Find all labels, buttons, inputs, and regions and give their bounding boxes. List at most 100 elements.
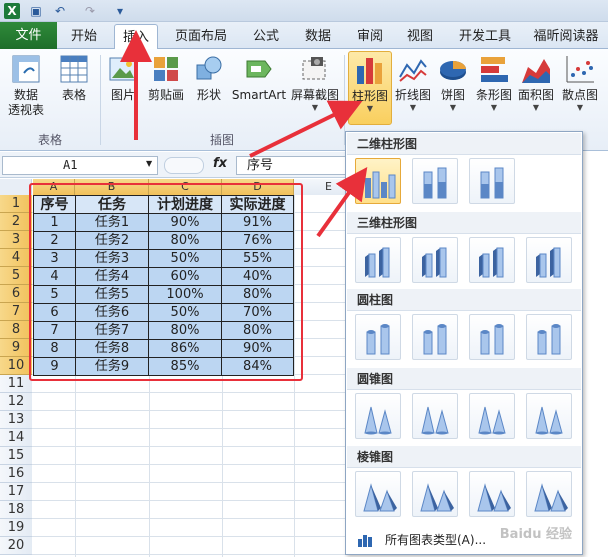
tab-page-layout[interactable]: 页面布局: [166, 24, 236, 49]
section-3d-column: 三维柱形图: [347, 212, 581, 234]
3d-100-stacked-column-option[interactable]: [469, 237, 515, 283]
row-header[interactable]: 16: [0, 465, 32, 483]
row-header[interactable]: 9: [0, 339, 32, 357]
row-header[interactable]: 4: [0, 249, 32, 267]
stacked-pyramid-option[interactable]: [412, 471, 458, 517]
clustered-cone-option[interactable]: [355, 393, 401, 439]
row-header[interactable]: 6: [0, 285, 32, 303]
group-tables-label: 表格: [37, 133, 62, 147]
formula-input[interactable]: 序号: [236, 156, 360, 175]
picture-button[interactable]: 图片: [106, 53, 140, 103]
row-header[interactable]: 8: [0, 321, 32, 339]
excel-logo-icon[interactable]: X: [4, 3, 20, 19]
100-stacked-cylinder-icon: [480, 324, 504, 355]
3d-cylinder-option[interactable]: [526, 314, 572, 360]
clipart-icon: [150, 53, 182, 85]
clustered-pyramid-option[interactable]: [355, 471, 401, 517]
gridline: [32, 392, 360, 393]
tab-review[interactable]: 审阅: [348, 24, 392, 49]
smartart-icon: [243, 53, 275, 85]
screenshot-button[interactable]: 屏幕截图 ▼: [290, 53, 340, 113]
undo-icon[interactable]: ↶: [52, 3, 68, 19]
line-chart-button[interactable]: 折线图 ▼: [394, 53, 432, 113]
clipart-button[interactable]: 剪贴画: [146, 53, 186, 103]
save-icon[interactable]: ▣: [28, 3, 44, 19]
watermark: Baidu 经验: [499, 527, 572, 542]
scatter-chart-icon: [564, 53, 596, 85]
3d-cone-option[interactable]: [526, 393, 572, 439]
worksheet[interactable]: A B C D E 1 2 3 4 5 6 7 8 9 10 11 12 13 14 15 16 17 18 19 2…: [0, 179, 360, 557]
clustered-column-option[interactable]: [355, 158, 401, 204]
row-header[interactable]: 13: [0, 411, 32, 429]
3d-clustered-column-option[interactable]: [355, 237, 401, 283]
smartart-button[interactable]: SmartArt: [230, 53, 288, 103]
column-chart-icon: [354, 54, 386, 86]
formula-bar-splitter[interactable]: [164, 157, 204, 174]
100-stacked-pyramid-option[interactable]: [469, 471, 515, 517]
row-header[interactable]: 18: [0, 501, 32, 519]
3d-column-option[interactable]: [526, 237, 572, 283]
stacked-column-option[interactable]: [412, 158, 458, 204]
area-chart-button[interactable]: 面积图 ▼: [516, 53, 556, 113]
table-button[interactable]: 表格: [56, 53, 92, 103]
formula-bar: A1 ▼ fx 序号: [0, 152, 360, 178]
chevron-down-icon: ▼: [311, 103, 319, 112]
redo-icon[interactable]: ↷: [82, 3, 98, 19]
section-cone: 圆锥图: [347, 368, 581, 390]
3d-cone-icon: [535, 406, 563, 435]
100-stacked-cone-option[interactable]: [469, 393, 515, 439]
insert-function-icon[interactable]: fx: [213, 156, 227, 171]
tab-insert[interactable]: 插入: [114, 24, 158, 50]
row-header[interactable]: 11: [0, 375, 32, 393]
customize-icon[interactable]: ▾: [112, 3, 128, 19]
chevron-down-icon[interactable]: ▼: [146, 159, 152, 168]
clustered-cylinder-option[interactable]: [355, 314, 401, 360]
tab-foxit-reader[interactable]: 福昕阅读器: [526, 24, 606, 49]
100-stacked-column-option[interactable]: [469, 158, 515, 204]
tab-view[interactable]: 视图: [398, 24, 442, 49]
column-chart-button[interactable]: 柱形图 ▼: [348, 51, 392, 125]
pivot-table-button[interactable]: 数据 透视表: [4, 53, 48, 118]
3d-stacked-column-option[interactable]: [412, 237, 458, 283]
row-header[interactable]: 15: [0, 447, 32, 465]
100-stacked-column-icon: [480, 167, 504, 199]
tab-developer[interactable]: 开发工具: [450, 24, 520, 49]
row-header[interactable]: 7: [0, 303, 32, 321]
3d-pyramid-option[interactable]: [526, 471, 572, 517]
100-stacked-cylinder-option[interactable]: [469, 314, 515, 360]
stacked-pyramid-icon: [420, 483, 454, 512]
row-header[interactable]: 3: [0, 231, 32, 249]
row-header[interactable]: 10: [0, 357, 32, 375]
row-header[interactable]: 12: [0, 393, 32, 411]
select-all-corner[interactable]: [0, 179, 32, 195]
bar-chart-icon: [478, 53, 510, 85]
clustered-cylinder-icon: [366, 324, 390, 355]
row-header[interactable]: 1: [0, 195, 32, 213]
row-header[interactable]: 20: [0, 537, 32, 555]
row-header[interactable]: 5: [0, 267, 32, 285]
gridline: [32, 554, 360, 555]
stacked-cone-icon: [421, 406, 449, 435]
tab-formulas[interactable]: 公式: [244, 24, 288, 49]
gridline: [32, 482, 360, 483]
gridline: [32, 428, 360, 429]
bar-chart-button[interactable]: 条形图 ▼: [474, 53, 514, 113]
name-box[interactable]: A1: [2, 156, 158, 175]
tab-home[interactable]: 开始: [60, 24, 108, 49]
pie-chart-button[interactable]: 饼图 ▼: [436, 53, 470, 113]
row-header[interactable]: 2: [0, 213, 32, 231]
tab-file[interactable]: 文件: [0, 22, 57, 49]
3d-100-stacked-column-icon: [479, 247, 504, 278]
tab-data[interactable]: 数据: [296, 24, 340, 49]
picture-icon: [107, 53, 139, 85]
shapes-button[interactable]: 形状: [192, 53, 226, 103]
stacked-cylinder-option[interactable]: [412, 314, 458, 360]
row-header[interactable]: 19: [0, 519, 32, 537]
row-header[interactable]: 14: [0, 429, 32, 447]
scatter-chart-button[interactable]: 散点图 ▼: [560, 53, 600, 113]
stacked-cone-option[interactable]: [412, 393, 458, 439]
chevron-down-icon: ▼: [490, 103, 498, 112]
gridline: [32, 446, 360, 447]
100-stacked-pyramid-icon: [477, 483, 511, 512]
row-header[interactable]: 17: [0, 483, 32, 501]
